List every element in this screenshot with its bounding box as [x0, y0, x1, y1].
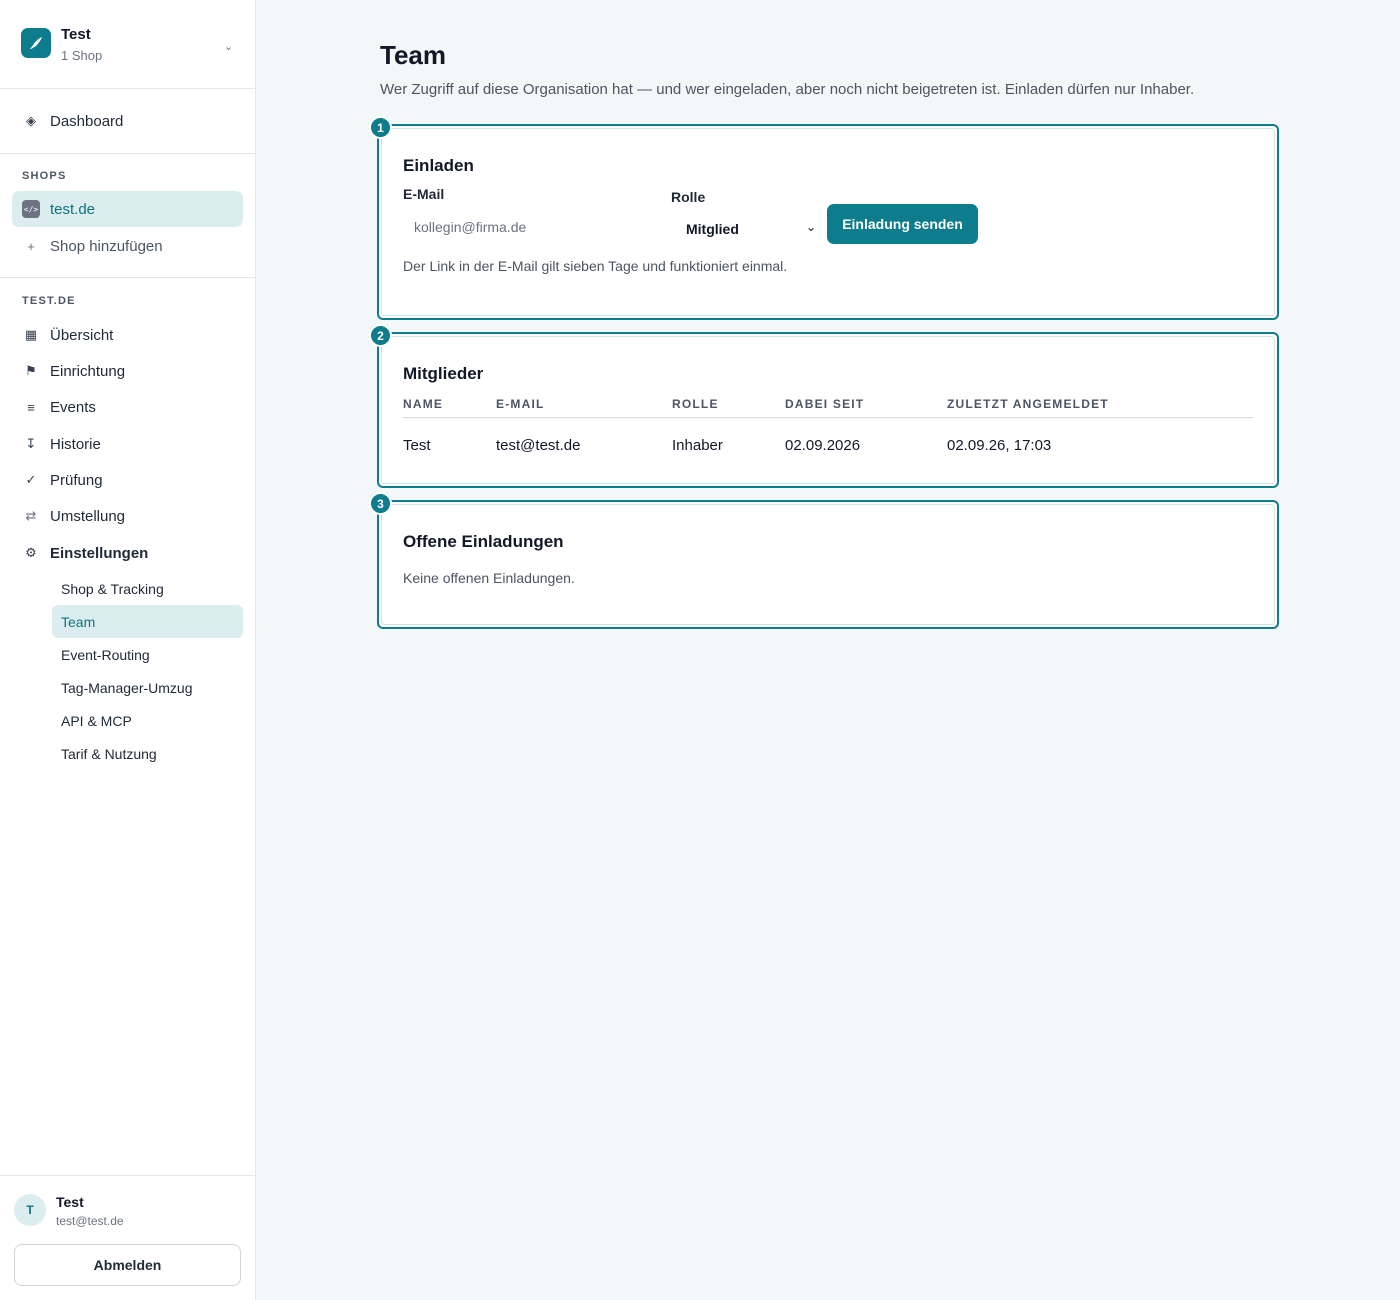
divider — [0, 153, 255, 154]
org-name: Test — [61, 26, 91, 43]
settings-item-team[interactable]: Team — [52, 605, 243, 638]
send-invite-button[interactable]: Einladung senden — [827, 204, 978, 244]
table-divider — [403, 417, 1253, 418]
step-badge: 3 — [369, 492, 392, 515]
sidebar-item-label: Dashboard — [50, 112, 124, 130]
column-header-email: E-MAIL — [496, 397, 545, 411]
settings-item-event-routing[interactable]: Event-Routing — [52, 638, 243, 671]
sidebar-item-label: Historie — [50, 435, 101, 453]
org-switcher[interactable]: Test 1 Shop ⌄ — [0, 0, 255, 89]
sidebar-item-label: Einstellungen — [50, 544, 149, 562]
card-border — [381, 504, 1275, 625]
add-shop-button[interactable]: + Shop hinzufügen — [12, 228, 243, 264]
sidebar-item-uebersicht[interactable]: ▦ Übersicht — [12, 317, 243, 353]
sidebar-item-events[interactable]: ≡ Events — [12, 389, 243, 425]
sidebar-item-label: Umstellung — [50, 507, 126, 525]
sidebar-item-label: test.de — [50, 200, 96, 218]
column-header-since: DABEI SEIT — [785, 397, 865, 411]
org-subtitle: 1 Shop — [61, 48, 103, 63]
sidebar-item-label: Übersicht — [50, 326, 114, 344]
column-header-last-login: ZULETZT ANGEMELDET — [947, 397, 1109, 411]
user-name: Test — [56, 1194, 84, 1210]
cell-name: Test — [403, 437, 431, 454]
role-label: Rolle — [671, 189, 706, 205]
card-title: Einladen — [403, 156, 474, 175]
chevron-down-icon[interactable]: ⌄ — [224, 40, 233, 53]
org-logo-icon — [21, 28, 51, 58]
chevron-down-icon: ⌄ — [805, 220, 816, 234]
flag-icon: ⚑ — [25, 363, 37, 378]
page-description: Wer Zugriff auf diese Organisation hat —… — [380, 81, 1195, 98]
sidebar-item-label: Prüfung — [50, 471, 103, 489]
code-icon: </> — [22, 200, 40, 218]
card-title: Offene Einladungen — [403, 532, 564, 551]
diamond-icon: ◈ — [26, 113, 36, 128]
cell-since: 02.09.2026 — [785, 437, 861, 454]
sidebar-item-label: Shop hinzufügen — [50, 237, 163, 255]
sidebar-item-historie[interactable]: ↧ Historie — [12, 426, 243, 462]
invite-hint: Der Link in der E-Mail gilt sieben Tage … — [403, 258, 788, 274]
empty-state: Keine offenen Einladungen. — [403, 570, 575, 586]
avatar: T — [14, 1194, 46, 1226]
settings-item-tag-manager[interactable]: Tag-Manager-Umzug — [52, 671, 243, 704]
step-badge: 2 — [369, 324, 392, 347]
sidebar-item-einrichtung[interactable]: ⚑ Einrichtung — [12, 353, 243, 389]
settings-item-tarif[interactable]: Tarif & Nutzung — [52, 737, 243, 770]
email-label: E-Mail — [403, 186, 445, 202]
sidebar-item-einstellungen[interactable]: ⚙ Einstellungen — [12, 535, 243, 571]
sidebar-item-label: Einrichtung — [50, 362, 126, 380]
step-badge: 1 — [369, 116, 392, 139]
cell-role: Inhaber — [672, 437, 723, 454]
history-icon: ↧ — [25, 436, 37, 451]
list-icon: ≡ — [27, 399, 35, 415]
page-title: Team — [380, 40, 446, 70]
section-label-shops: SHOPS — [22, 170, 67, 182]
cell-email: test@test.de — [496, 437, 581, 454]
user-panel: T Test test@test.de Abmelden — [0, 1175, 255, 1300]
gear-icon: ⚙ — [25, 545, 37, 560]
members-card: 2 Mitglieder NAME E-MAIL ROLLE DABEI SEI… — [369, 324, 1279, 488]
settings-item-shop-tracking[interactable]: Shop & Tracking — [52, 572, 243, 605]
swap-icon: ⇄ — [25, 508, 37, 523]
section-label-shop: TEST.DE — [22, 295, 76, 307]
check-icon: ✓ — [25, 472, 37, 487]
role-select[interactable]: Mitglied ⌄ — [672, 212, 820, 246]
sidebar-item-dashboard[interactable]: ◈ Dashboard — [12, 103, 243, 139]
user-email: test@test.de — [56, 1214, 124, 1228]
sidebar-item-pruefung[interactable]: ✓ Prüfung — [12, 462, 243, 498]
sidebar-item-shop[interactable]: </> test.de — [12, 191, 243, 227]
role-value: Mitglied — [686, 221, 739, 237]
settings-item-api-mcp[interactable]: API & MCP — [52, 704, 243, 737]
column-header-name: NAME — [403, 397, 444, 411]
card-title: Mitglieder — [403, 364, 484, 383]
column-header-role: ROLLE — [672, 397, 719, 411]
pending-invites-card: 3 Offene Einladungen Keine offenen Einla… — [369, 492, 1279, 629]
sidebar-item-label: Events — [50, 398, 96, 416]
cell-last-login: 02.09.26, 17:03 — [947, 437, 1052, 454]
sidebar: Test 1 Shop ⌄ ◈ Dashboard SHOPS </> test… — [0, 0, 256, 1300]
email-field[interactable] — [403, 210, 655, 244]
sidebar-item-umstellung[interactable]: ⇄ Umstellung — [12, 498, 243, 534]
divider — [0, 277, 255, 278]
invite-card: 1 Einladen E-Mail Rolle Mitglied ⌄ Einla… — [369, 116, 1279, 320]
logout-button[interactable]: Abmelden — [14, 1244, 241, 1286]
grid-icon: ▦ — [24, 327, 38, 342]
plus-icon: + — [27, 238, 35, 254]
